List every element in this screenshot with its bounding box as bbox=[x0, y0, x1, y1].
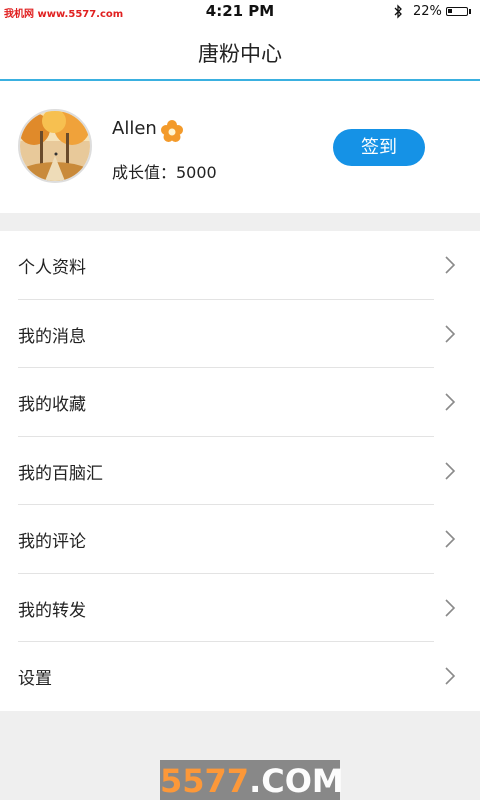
growth-value: 成长值：5000 bbox=[112, 163, 217, 182]
menu-item-label: 个人资料 bbox=[18, 258, 86, 278]
menu-list: 个人资料 我的消息 我的收藏 我的百脑汇 我的评论 我的转发 设置 bbox=[0, 231, 480, 711]
nav-bar: 唐粉中心 bbox=[0, 24, 480, 81]
chevron-right-icon bbox=[445, 256, 456, 274]
battery-icon bbox=[446, 7, 468, 16]
chevron-right-icon bbox=[445, 598, 456, 617]
chevron-right-icon bbox=[445, 461, 456, 480]
battery-level bbox=[448, 9, 452, 13]
checkin-button[interactable]: 签到 bbox=[333, 129, 425, 166]
watermark-brand: 5577 bbox=[160, 762, 250, 800]
menu-item-bainaohui[interactable]: 我的百脑汇 bbox=[0, 437, 480, 505]
avatar-image bbox=[20, 111, 90, 181]
menu-item-settings[interactable]: 设置 bbox=[0, 642, 480, 711]
menu-item-label: 我的百脑汇 bbox=[18, 463, 103, 484]
menu-item-messages[interactable]: 我的消息 bbox=[0, 300, 480, 368]
avatar[interactable] bbox=[18, 109, 92, 183]
battery-percent: 22% bbox=[413, 4, 442, 19]
menu-item-label: 我的转发 bbox=[18, 600, 86, 621]
watermark-suffix: .COM bbox=[249, 762, 344, 800]
page-title: 唐粉中心 bbox=[198, 42, 282, 66]
profile-card: Allen 成长值：5000 签到 bbox=[0, 81, 480, 213]
menu-item-label: 设置 bbox=[18, 669, 52, 689]
chevron-right-icon bbox=[445, 667, 456, 685]
watermark-bottom: 5577.COM bbox=[160, 760, 344, 800]
chevron-right-icon bbox=[445, 530, 456, 548]
bluetooth-icon bbox=[394, 4, 402, 19]
menu-item-favorites[interactable]: 我的收藏 bbox=[0, 368, 480, 437]
status-time: 4:21 PM bbox=[205, 2, 275, 20]
flower-badge-icon bbox=[161, 120, 183, 142]
chevron-right-icon bbox=[445, 393, 456, 411]
menu-item-label: 我的消息 bbox=[18, 326, 86, 347]
chevron-right-icon bbox=[445, 324, 456, 343]
username: Allen bbox=[112, 118, 157, 139]
status-bar: 我机网 www.5577.com 4:21 PM 22% bbox=[0, 0, 480, 24]
menu-item-label: 我的评论 bbox=[18, 532, 86, 552]
menu-item-shares[interactable]: 我的转发 bbox=[0, 574, 480, 642]
menu-item-label: 我的收藏 bbox=[18, 395, 86, 415]
battery-tip bbox=[469, 9, 471, 14]
menu-item-profile[interactable]: 个人资料 bbox=[0, 231, 480, 300]
menu-item-comments[interactable]: 我的评论 bbox=[0, 505, 480, 574]
